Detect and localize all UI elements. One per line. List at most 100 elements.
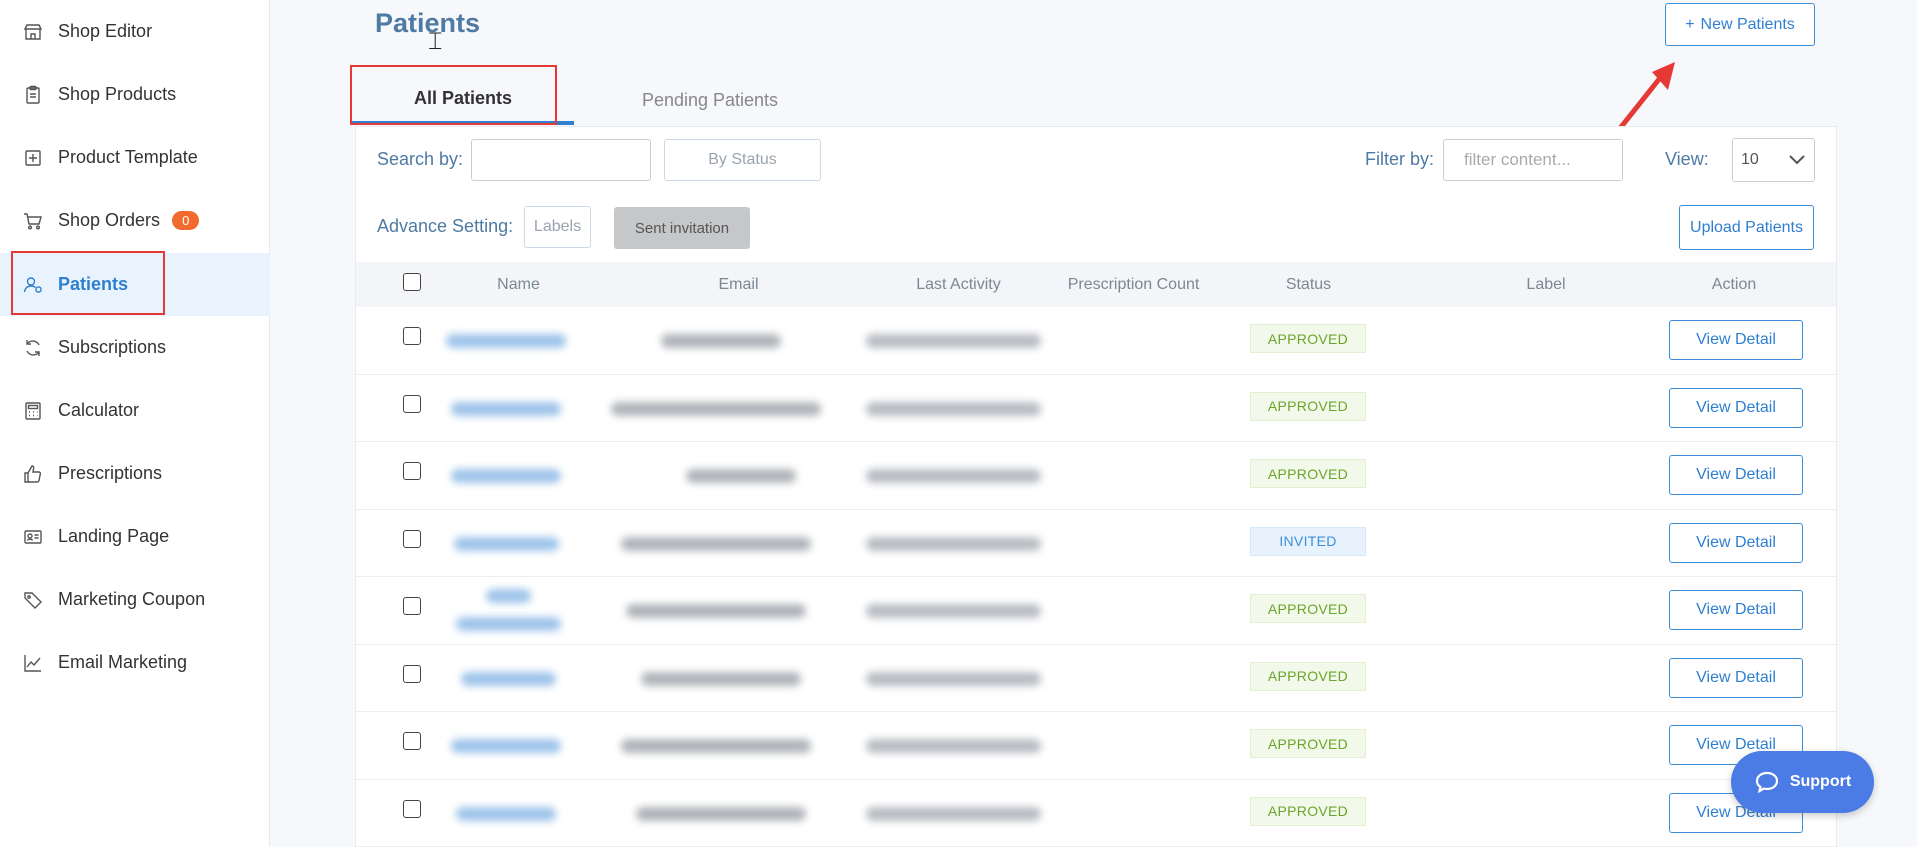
tab-label: Pending Patients [641,89,779,110]
column-header-name[interactable]: Name [456,262,581,307]
labels-button[interactable]: Labels [524,206,591,248]
column-header-email[interactable]: Email [656,262,821,307]
row-checkbox[interactable] [403,327,421,345]
support-label: Support [1789,773,1852,790]
sidebar-item-subscriptions[interactable]: Subscriptions [0,316,270,379]
patient-name-link[interactable] [451,739,561,753]
calculator-icon [22,400,44,422]
row-checkbox[interactable] [403,732,421,750]
status-badge: APPROVED [1250,661,1366,691]
status-badge: APPROVED [1250,796,1366,826]
patient-name-link[interactable] [486,589,531,603]
status-badge: APPROVED [1250,594,1366,623]
filter-input[interactable]: filter content... [1443,139,1623,181]
last-activity [866,806,1041,821]
column-header-action: Action [1711,275,1757,293]
patient-email [636,806,806,821]
filter-label: Filter by: [1365,149,1435,169]
patient-name-link[interactable] [454,536,559,551]
patient-name-link[interactable] [451,401,561,416]
row-checkbox[interactable] [403,664,421,683]
column-header-status[interactable]: Status [1251,262,1366,307]
tab-label: All Patients [413,87,513,108]
patient-name-link[interactable] [446,334,566,348]
patient-name-link[interactable] [456,806,556,821]
search-input[interactable] [471,139,651,181]
row-checkbox[interactable] [403,597,421,615]
sidebar-item-marketing-coupon[interactable]: Marketing Coupon [0,568,270,631]
sidebar-item-label: Patients [58,274,129,294]
status-badge: APPROVED [1250,391,1366,421]
status-badge: INVITED [1250,526,1366,556]
sidebar-item-label: Calculator [58,400,140,420]
advance-setting-label: Advance Setting: [377,216,514,236]
chevron-down-icon [1789,155,1805,165]
row-checkbox[interactable] [403,394,421,413]
sidebar-item-landing-page[interactable]: Landing Page [0,505,270,568]
table-row: APPROVED View Detail [356,780,1836,847]
sidebar-item-label: Marketing Coupon [58,589,206,609]
sidebar-item-email-marketing[interactable]: Email Marketing [0,631,270,694]
sidebar: Shop Editor Shop Products Product Templa… [0,0,270,847]
status-badge: APPROVED [1250,729,1366,758]
patient-name-link[interactable] [461,671,556,686]
thumbs-up-icon [22,463,44,485]
view-detail-button[interactable]: View Detail [1669,522,1803,563]
table-row: APPROVED View Detail [356,645,1836,712]
view-detail-button[interactable]: View Detail [1669,320,1803,360]
sidebar-item-label: Subscriptions [58,337,167,357]
refresh-icon [22,337,44,359]
last-activity [866,739,1041,753]
new-patients-button[interactable]: + New Patients [1665,3,1815,46]
last-activity [866,334,1041,348]
table-row: INVITED View Detail [356,510,1836,577]
patient-name-link[interactable] [456,617,561,631]
row-checkbox[interactable] [403,799,421,818]
patient-name-link[interactable] [451,469,561,483]
column-header-label: Label [1526,275,1566,293]
patient-email [661,334,781,348]
new-patients-label: New Patients [1700,15,1795,33]
patient-email [626,604,806,618]
sidebar-item-prescriptions[interactable]: Prescriptions [0,442,270,505]
tag-icon [22,589,44,611]
id-card-icon [22,526,44,548]
select-all-checkbox[interactable] [403,273,421,291]
row-checkbox[interactable] [403,462,421,480]
patient-email [686,469,796,483]
last-activity [866,469,1041,483]
template-icon [22,147,44,169]
sidebar-item-shop-products[interactable]: Shop Products [0,63,270,126]
column-header-last-activity[interactable]: Last Activity [886,262,1031,307]
view-detail-button[interactable]: View Detail [1669,657,1803,698]
table-row: APPROVED View Detail [356,712,1836,780]
support-button[interactable]: Support [1731,751,1874,813]
sent-invitation-button[interactable]: Sent invitation [614,207,750,249]
patient-email [621,739,811,753]
store-icon [22,21,44,43]
row-checkbox[interactable] [403,529,421,548]
sidebar-item-shop-orders[interactable]: Shop Orders 0 [0,189,270,252]
view-detail-button[interactable]: View Detail [1669,387,1803,428]
sidebar-item-label: Landing Page [58,526,170,546]
patient-email [621,536,811,551]
sidebar-item-product-template[interactable]: Product Template [0,126,270,189]
view-detail-button[interactable]: View Detail [1669,590,1803,630]
tab-all-patients[interactable]: All Patients [352,75,574,125]
by-status-button[interactable]: By Status [664,139,821,181]
last-activity [866,401,1041,416]
sidebar-item-label: Shop Editor [58,21,153,41]
sidebar-item-patients[interactable]: Patients [0,253,270,316]
view-detail-button[interactable]: View Detail [1669,455,1803,495]
table-header: Name Email Last Activity Prescription Co… [356,262,1836,307]
upload-patients-button[interactable]: Upload Patients [1679,205,1814,250]
view-select[interactable]: 10 [1732,138,1815,182]
tab-pending-patients[interactable]: Pending Patients [590,75,830,125]
orders-count-badge: 0 [172,211,200,230]
sidebar-item-calculator[interactable]: Calculator [0,379,270,442]
sidebar-item-shop-editor[interactable]: Shop Editor [0,0,270,63]
column-header-prescription-count[interactable]: Prescription Count [1046,262,1221,307]
table-row: APPROVED View Detail [356,375,1836,442]
patient-email [611,401,821,416]
sidebar-item-label: Email Marketing [58,652,188,672]
